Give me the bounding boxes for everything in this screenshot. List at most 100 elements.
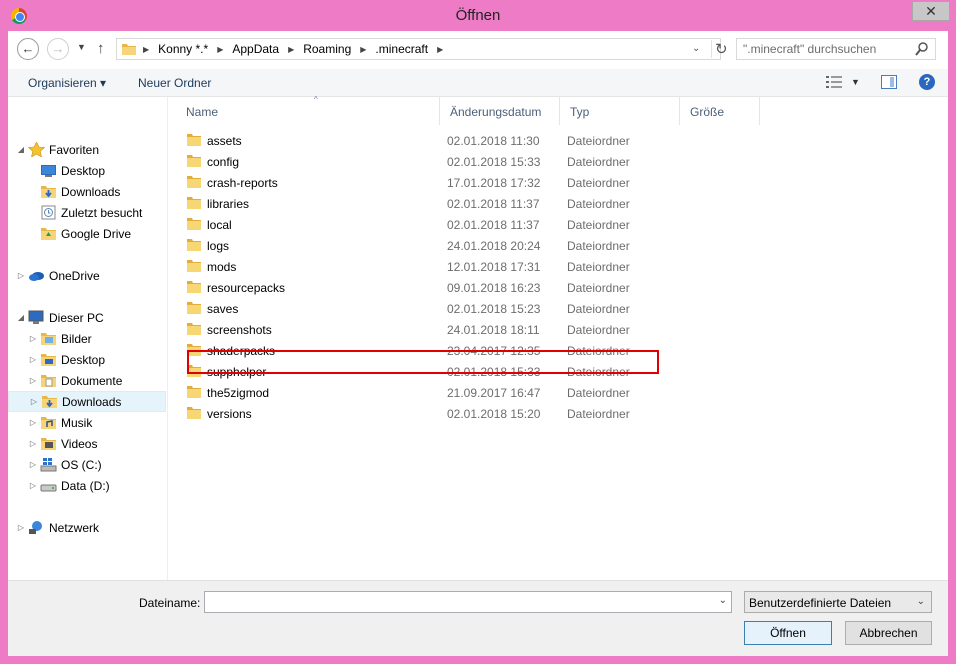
search-box[interactable] bbox=[736, 38, 936, 60]
breadcrumb-item[interactable]: Roaming bbox=[303, 42, 351, 56]
column-header-size[interactable]: Größe bbox=[680, 97, 760, 125]
collapse-arrow-icon[interactable]: ◢ bbox=[16, 313, 26, 322]
filename-combobox[interactable]: ⌄ bbox=[204, 591, 732, 613]
sidebar-item-zuletzt-besucht[interactable]: Zuletzt besucht bbox=[8, 202, 166, 223]
file-date: 02.01.2018 15:23 bbox=[447, 302, 541, 316]
sidebar-item-label: Data (D:) bbox=[61, 478, 110, 493]
file-row[interactable]: logs 24.01.2018 20:24 Dateiordner bbox=[180, 235, 650, 256]
file-row[interactable]: the5zigmod 21.09.2017 16:47 Dateiordner bbox=[180, 382, 650, 403]
expand-arrow-icon[interactable]: ▷ bbox=[16, 271, 26, 280]
expand-arrow-icon[interactable]: ▷ bbox=[28, 481, 38, 490]
breadcrumb-separator-icon[interactable]: ▶ bbox=[288, 45, 294, 54]
sidebar-item-downloads[interactable]: Downloads bbox=[8, 181, 166, 202]
file-name: crash-reports bbox=[207, 176, 278, 190]
up-button[interactable]: ↑ bbox=[97, 40, 105, 57]
file-date: 02.01.2018 11:37 bbox=[447, 197, 540, 211]
breadcrumb-item[interactable]: AppData bbox=[232, 42, 279, 56]
back-button[interactable]: ← bbox=[17, 38, 39, 60]
recent-locations-dropdown[interactable]: ▼ bbox=[77, 42, 86, 52]
sidebar-item-dokumente[interactable]: ▷ Dokumente bbox=[8, 370, 166, 391]
sidebar-item-label: OS (C:) bbox=[61, 457, 102, 472]
downloads-folder-icon bbox=[41, 394, 58, 409]
refresh-icon[interactable]: ↻ bbox=[711, 40, 728, 58]
breadcrumb-separator-icon[interactable]: ▶ bbox=[217, 45, 223, 54]
file-row[interactable]: crash-reports 17.01.2018 17:32 Dateiordner bbox=[180, 172, 650, 193]
sidebar-item-desktop[interactable]: Desktop bbox=[8, 160, 166, 181]
file-date: 24.01.2018 18:11 bbox=[447, 323, 540, 337]
breadcrumb-separator-icon[interactable]: ▶ bbox=[437, 45, 443, 54]
help-icon[interactable]: ? bbox=[919, 74, 935, 90]
file-row[interactable]: mods 12.01.2018 17:31 Dateiordner bbox=[180, 256, 650, 277]
expand-arrow-icon[interactable]: ▷ bbox=[28, 376, 38, 385]
sidebar-item-data-d[interactable]: ▷ Data (D:) bbox=[8, 475, 166, 496]
organize-menu-button[interactable]: Organisieren ▾ bbox=[28, 76, 106, 90]
preview-pane-icon[interactable] bbox=[881, 75, 897, 89]
file-row[interactable]: local 02.01.2018 11:37 Dateiordner bbox=[180, 214, 650, 235]
new-folder-button[interactable]: Neuer Ordner bbox=[138, 76, 211, 90]
file-date: 09.01.2018 16:23 bbox=[447, 281, 541, 295]
breadcrumb-item[interactable]: .minecraft bbox=[375, 42, 428, 56]
file-name: versions bbox=[207, 407, 252, 421]
file-name: config bbox=[207, 155, 240, 169]
breadcrumb-item[interactable]: Konny *.* bbox=[158, 42, 208, 56]
sidebar-item-os-c[interactable]: ▷ OS (C:) bbox=[8, 454, 166, 475]
column-header-date[interactable]: Änderungsdatum bbox=[440, 97, 560, 125]
sidebar-item-bilder[interactable]: ▷ Bilder bbox=[8, 328, 166, 349]
open-button[interactable]: Öffnen bbox=[744, 621, 832, 645]
expand-arrow-icon[interactable]: ▷ bbox=[29, 397, 39, 406]
sidebar-item-onedrive[interactable]: ▷ OneDrive bbox=[8, 265, 166, 286]
file-date: 12.01.2018 17:31 bbox=[447, 260, 541, 274]
view-options-icon[interactable] bbox=[826, 76, 842, 88]
view-dropdown-icon[interactable]: ▼ bbox=[851, 77, 860, 87]
column-header-type[interactable]: Typ bbox=[560, 97, 680, 125]
sidebar-item-musik[interactable]: ▷ Musik bbox=[8, 412, 166, 433]
expand-arrow-icon[interactable]: ▷ bbox=[28, 460, 38, 469]
address-bar[interactable]: ▶ Konny *.* ▶ AppData ▶ Roaming ▶ .minec… bbox=[116, 38, 728, 60]
title-bar[interactable]: Öffnen ✕ bbox=[0, 0, 956, 31]
expand-arrow-icon[interactable]: ▷ bbox=[16, 523, 26, 532]
folder-icon bbox=[187, 407, 201, 419]
documents-folder-icon bbox=[40, 373, 57, 388]
expand-arrow-icon[interactable]: ▷ bbox=[28, 439, 38, 448]
expand-arrow-icon[interactable]: ▷ bbox=[28, 355, 38, 364]
column-header-name[interactable]: ^ Name bbox=[176, 95, 440, 125]
file-date: 17.01.2018 17:32 bbox=[447, 176, 541, 190]
sidebar-item-desktop[interactable]: ▷ Desktop bbox=[8, 349, 166, 370]
breadcrumb-separator-icon[interactable]: ▶ bbox=[360, 45, 366, 54]
sidebar-item-label: Dokumente bbox=[61, 373, 123, 388]
navigation-pane: ◢ Favoriten Desktop Downloads Zuletzt besuch… bbox=[8, 97, 168, 580]
file-type-filter-select[interactable]: Benutzerdefinierte Dateien ⌄ bbox=[744, 591, 932, 613]
sidebar-item-dieser-pc[interactable]: ◢ Dieser PC bbox=[8, 307, 166, 328]
breadcrumb-separator-icon[interactable]: ▶ bbox=[143, 45, 149, 54]
sidebar-item-favoriten[interactable]: ◢ Favoriten bbox=[8, 139, 166, 160]
file-row[interactable]: resourcepacks 09.01.2018 16:23 Dateiordner bbox=[180, 277, 650, 298]
open-file-dialog: Öffnen ✕ ← → ▼ ↑ ▶ Konny *.* ▶ AppData ▶… bbox=[0, 0, 956, 664]
chevron-down-icon[interactable]: ⌄ bbox=[719, 595, 727, 606]
file-row[interactable]: screenshots 24.01.2018 18:11 Dateiordner bbox=[180, 319, 650, 340]
collapse-arrow-icon[interactable]: ◢ bbox=[16, 145, 26, 154]
sidebar-item-videos[interactable]: ▷ Videos bbox=[8, 433, 166, 454]
file-date: 21.09.2017 16:47 bbox=[447, 386, 541, 400]
sidebar-item-downloads[interactable]: ▷ Downloads bbox=[8, 391, 166, 412]
file-row[interactable]: assets 02.01.2018 11:30 Dateiordner bbox=[180, 130, 650, 151]
forward-button[interactable]: → bbox=[47, 38, 69, 60]
file-row[interactable]: config 02.01.2018 15:33 Dateiordner bbox=[180, 151, 650, 172]
address-history-chevron-icon[interactable]: ⌄ bbox=[692, 43, 700, 54]
sidebar-item-google-drive[interactable]: Google Drive bbox=[8, 223, 166, 244]
expand-arrow-icon[interactable]: ▷ bbox=[28, 334, 38, 343]
file-row[interactable]: versions 02.01.2018 15:20 Dateiordner bbox=[180, 403, 650, 424]
file-row[interactable]: saves 02.01.2018 15:23 Dateiordner bbox=[180, 298, 650, 319]
videos-folder-icon bbox=[40, 436, 57, 451]
sidebar-item-label: Musik bbox=[61, 415, 93, 430]
search-input[interactable] bbox=[743, 41, 908, 57]
filename-input[interactable] bbox=[209, 594, 709, 610]
expand-arrow-icon[interactable]: ▷ bbox=[28, 418, 38, 427]
file-type: Dateiordner bbox=[567, 239, 630, 253]
folder-icon bbox=[187, 176, 201, 188]
file-type: Dateiordner bbox=[567, 323, 630, 337]
file-name: logs bbox=[207, 239, 230, 253]
close-button[interactable]: ✕ bbox=[912, 1, 950, 21]
cancel-button[interactable]: Abbrechen bbox=[845, 621, 932, 645]
sidebar-item-netzwerk[interactable]: ▷ Netzwerk bbox=[8, 517, 166, 538]
file-row[interactable]: libraries 02.01.2018 11:37 Dateiordner bbox=[180, 193, 650, 214]
